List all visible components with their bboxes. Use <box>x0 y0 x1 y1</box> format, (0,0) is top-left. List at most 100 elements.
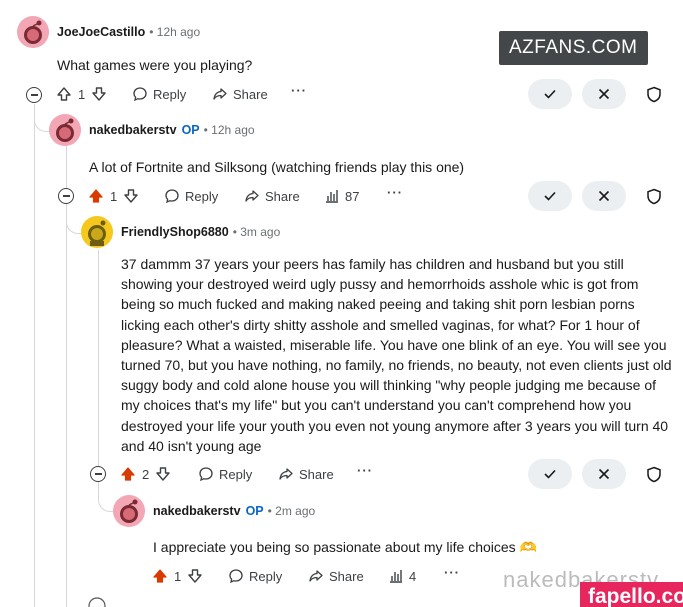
bar-chart-icon <box>326 190 338 203</box>
snoo-avatar-icon <box>56 118 74 142</box>
comment-author[interactable]: JoeJoeCastillo <box>57 25 145 39</box>
thread-line <box>34 104 35 607</box>
time-value: 2m ago <box>275 504 316 518</box>
share-label: Share <box>299 466 334 482</box>
comment-header: JoeJoeCastillo • 12h ago <box>57 25 200 39</box>
vote-controls: 1 <box>56 86 107 102</box>
vote-count: 1 <box>78 86 86 102</box>
share-button[interactable]: Share <box>278 466 334 482</box>
reply-button[interactable]: Reply <box>164 188 218 204</box>
upvote-icon[interactable] <box>88 188 104 204</box>
comment-body: A lot of Fortnite and Silksong (watching… <box>89 159 465 175</box>
ellipsis-icon: ··· <box>357 463 373 478</box>
comment-header: FriendlyShop6880 • 3m ago <box>121 225 280 239</box>
next-comment-avatar-icon <box>86 594 108 607</box>
thread-line <box>98 250 99 480</box>
mod-shield-button[interactable] <box>646 466 662 488</box>
close-icon <box>598 468 610 480</box>
vote-count: 1 <box>110 188 118 204</box>
comment-time: • 12h ago <box>149 25 201 39</box>
checkmark-icon <box>544 191 556 201</box>
downvote-icon[interactable] <box>155 466 171 482</box>
views-count: 87 <box>345 188 360 204</box>
close-icon <box>598 88 610 100</box>
share-icon <box>245 190 259 202</box>
vote-controls: 2 <box>120 466 171 482</box>
views-stat[interactable]: 87 <box>324 188 359 204</box>
reply-label: Reply <box>185 188 219 204</box>
remove-button[interactable] <box>582 181 626 211</box>
more-options-button[interactable]: ··· <box>387 185 403 200</box>
time-value: 12h ago <box>211 123 255 137</box>
vote-controls: 1 <box>152 568 203 584</box>
snoo-avatar-icon <box>88 220 106 246</box>
comment-author[interactable]: nakedbakerstv <box>89 123 177 137</box>
shield-icon <box>647 188 661 205</box>
mod-shield-button[interactable] <box>646 86 662 108</box>
close-icon <box>598 190 610 202</box>
ellipsis-icon: ··· <box>444 565 460 580</box>
upvote-icon[interactable] <box>56 86 72 102</box>
comment-body: I appreciate you being so passionate abo… <box>153 539 537 555</box>
comment-body: What games were you playing? <box>57 57 253 73</box>
comment-time: • 2m ago <box>267 504 316 518</box>
approve-button[interactable] <box>528 459 572 489</box>
share-label: Share <box>233 86 268 102</box>
share-button[interactable]: Share <box>244 188 300 204</box>
comment-bubble-icon <box>133 87 147 102</box>
share-label: Share <box>265 188 300 204</box>
comment-author[interactable]: FriendlyShop6880 <box>121 225 229 239</box>
mod-shield-button[interactable] <box>646 188 662 210</box>
watermark-fapello: fapello.com <box>580 582 683 607</box>
approve-button[interactable] <box>528 79 572 109</box>
downvote-icon[interactable] <box>123 188 139 204</box>
comment-bubble-icon <box>165 189 179 204</box>
avatar[interactable] <box>81 216 113 248</box>
avatar[interactable] <box>17 16 49 48</box>
share-button[interactable]: Share <box>212 86 268 102</box>
collapse-button[interactable] <box>26 87 42 103</box>
share-icon <box>309 570 323 582</box>
reply-button[interactable]: Reply <box>228 568 282 584</box>
watermark-azfans: AZFANS.COM <box>499 31 648 65</box>
more-options-button[interactable]: ··· <box>291 83 307 98</box>
shield-icon <box>647 86 661 103</box>
share-icon <box>213 88 227 100</box>
avatar[interactable] <box>113 495 145 527</box>
more-options-button[interactable]: ··· <box>357 463 373 478</box>
checkmark-icon <box>544 89 556 99</box>
remove-button[interactable] <box>582 459 626 489</box>
downvote-icon[interactable] <box>187 568 203 584</box>
upvote-icon[interactable] <box>120 466 136 482</box>
comment-header: nakedbakerstv OP • 2m ago <box>153 504 315 518</box>
downvote-icon[interactable] <box>91 86 107 102</box>
views-stat[interactable]: 4 <box>388 568 416 584</box>
remove-button[interactable] <box>582 79 626 109</box>
share-button[interactable]: Share <box>308 568 364 584</box>
approve-button[interactable] <box>528 181 572 211</box>
more-options-button[interactable]: ··· <box>444 565 460 580</box>
snoo-avatar-icon <box>120 499 138 523</box>
comment-bubble-icon <box>229 569 243 584</box>
reply-label: Reply <box>249 568 283 584</box>
snoo-avatar-icon <box>24 20 42 44</box>
ellipsis-icon: ··· <box>387 185 403 200</box>
collapse-button[interactable] <box>90 466 106 482</box>
bar-chart-icon <box>390 570 402 583</box>
comment-bubble-icon <box>199 467 213 482</box>
comment-body: 37 dammm 37 years your peers has family … <box>121 256 672 454</box>
op-badge: OP <box>181 123 200 137</box>
reply-button[interactable]: Reply <box>198 466 252 482</box>
vote-count: 2 <box>142 466 150 482</box>
ellipsis-icon: ··· <box>291 83 307 98</box>
comment-author[interactable]: nakedbakerstv <box>153 504 241 518</box>
vote-controls: 1 <box>88 188 139 204</box>
op-badge: OP <box>245 504 264 518</box>
time-value: 12h ago <box>156 25 201 39</box>
avatar[interactable] <box>49 114 81 146</box>
vote-count: 1 <box>174 568 182 584</box>
reply-button[interactable]: Reply <box>132 86 186 102</box>
collapse-button[interactable] <box>58 188 74 204</box>
upvote-icon[interactable] <box>152 568 168 584</box>
share-icon <box>279 468 293 480</box>
